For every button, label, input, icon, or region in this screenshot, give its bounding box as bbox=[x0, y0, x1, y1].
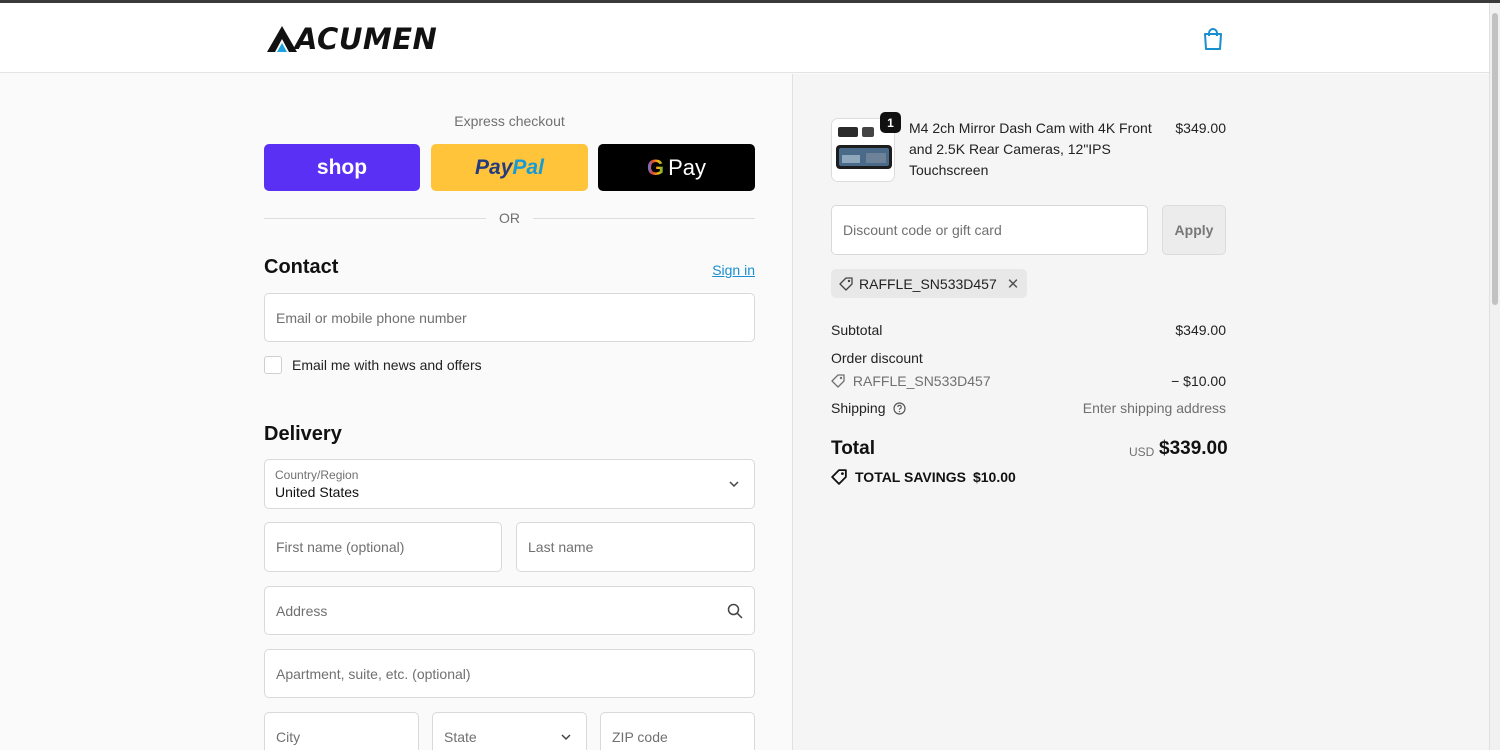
first-name-placeholder: First name (optional) bbox=[276, 539, 405, 555]
divider-line-right bbox=[533, 218, 755, 219]
delivery-heading: Delivery bbox=[264, 423, 342, 445]
express-checkout-label: Express checkout bbox=[454, 113, 565, 129]
order-summary-column: 1 M4 2ch Mirror Dash Cam with 4K Front a… bbox=[792, 74, 1489, 750]
zip-placeholder: ZIP code bbox=[612, 729, 668, 745]
subtotal-row: Subtotal $349.00 bbox=[831, 322, 1226, 338]
total-currency: USD bbox=[1129, 445, 1155, 459]
chevron-down-icon bbox=[729, 481, 739, 488]
apply-discount-button[interactable]: Apply bbox=[1162, 205, 1226, 255]
shipping-label: Shipping bbox=[831, 400, 886, 416]
address-field[interactable]: Address bbox=[264, 586, 755, 635]
shipping-value: Enter shipping address bbox=[1082, 400, 1226, 416]
address-placeholder: Address bbox=[276, 602, 328, 619]
total-value: $339.00 bbox=[1159, 438, 1228, 459]
subtotal-label: Subtotal bbox=[831, 322, 883, 338]
google-pay-label: Pay bbox=[668, 154, 707, 180]
checkout-form-column: Express checkout shop Pay Pal G Pay OR Co… bbox=[0, 74, 792, 750]
search-icon[interactable] bbox=[727, 603, 743, 619]
total-savings: TOTAL SAVINGS $10.00 bbox=[831, 469, 1016, 485]
shipping-row: Shipping Enter shipping address bbox=[831, 400, 1226, 416]
country-value: United States bbox=[275, 484, 360, 500]
zip-code-field[interactable]: ZIP code bbox=[600, 712, 755, 750]
news-offers-checkbox[interactable] bbox=[264, 356, 282, 374]
savings-label: TOTAL SAVINGS bbox=[855, 469, 966, 485]
email-field[interactable]: Email or mobile phone number bbox=[264, 293, 755, 342]
paypal-button[interactable]: Pay Pal bbox=[431, 144, 588, 191]
city-placeholder: City bbox=[276, 729, 301, 745]
discount-code-input[interactable]: Discount code or gift card bbox=[831, 205, 1148, 255]
contact-heading: Contact bbox=[264, 256, 339, 278]
apartment-placeholder: Apartment, suite, etc. (optional) bbox=[276, 665, 471, 682]
apartment-field[interactable]: Apartment, suite, etc. (optional) bbox=[264, 649, 755, 698]
tag-icon bbox=[839, 276, 853, 291]
last-name-placeholder: Last name bbox=[528, 539, 594, 555]
google-g-icon: G bbox=[646, 154, 665, 180]
logo-mark-icon bbox=[267, 26, 297, 52]
tag-icon bbox=[831, 374, 845, 388]
first-name-field[interactable]: First name (optional) bbox=[264, 522, 502, 572]
order-discount-label: Order discount bbox=[831, 350, 923, 366]
shop-pay-button[interactable]: shop bbox=[264, 144, 420, 191]
order-discount-row: Order discount bbox=[831, 350, 1226, 366]
brand-logo-text: ACUMEN bbox=[295, 22, 438, 56]
help-icon[interactable] bbox=[893, 402, 906, 415]
shopping-bag-icon[interactable] bbox=[1202, 27, 1224, 51]
applied-discount-chip: RAFFLE_SN533D457 ✕ bbox=[831, 269, 1028, 298]
page-scrollbar[interactable] bbox=[1489, 3, 1500, 750]
product-name: M4 2ch Mirror Dash Cam with 4K Front and… bbox=[909, 120, 1152, 178]
site-header: ACUMEN bbox=[0, 3, 1489, 73]
product-price: $349.00 bbox=[1175, 120, 1226, 136]
sign-in-link[interactable]: Sign in bbox=[700, 262, 755, 278]
savings-value: $10.00 bbox=[972, 469, 1016, 485]
discount-code-label: RAFFLE_SN533D457 bbox=[852, 373, 991, 389]
shop-pay-label: shop bbox=[316, 155, 368, 179]
brand-logo[interactable]: ACUMEN bbox=[267, 22, 437, 56]
country-label: Country/Region bbox=[275, 468, 359, 482]
last-name-field[interactable]: Last name bbox=[516, 522, 755, 572]
discount-placeholder: Discount code or gift card bbox=[843, 222, 1002, 238]
news-offers-label: Email me with news and offers bbox=[292, 357, 482, 373]
paypal-label-part1: Pay bbox=[475, 155, 513, 179]
paypal-label-part2: Pal bbox=[512, 155, 544, 179]
discount-value: − $10.00 bbox=[1171, 373, 1226, 389]
quantity-badge: 1 bbox=[880, 112, 901, 133]
scrollbar-thumb[interactable] bbox=[1492, 13, 1498, 305]
google-pay-button[interactable]: G Pay bbox=[598, 144, 755, 191]
state-placeholder: State bbox=[444, 729, 477, 745]
tag-icon bbox=[831, 469, 847, 485]
city-field[interactable]: City bbox=[264, 712, 419, 750]
email-placeholder: Email or mobile phone number bbox=[276, 309, 467, 326]
discount-code-row: RAFFLE_SN533D457 − $10.00 bbox=[831, 373, 1226, 389]
or-divider: OR bbox=[264, 210, 755, 228]
remove-discount-close-icon[interactable]: ✕ bbox=[1007, 275, 1020, 293]
subtotal-value: $349.00 bbox=[1175, 322, 1226, 338]
chevron-down-icon bbox=[561, 734, 571, 741]
total-label: Total bbox=[831, 438, 875, 459]
applied-discount-code: RAFFLE_SN533D457 bbox=[859, 275, 997, 292]
